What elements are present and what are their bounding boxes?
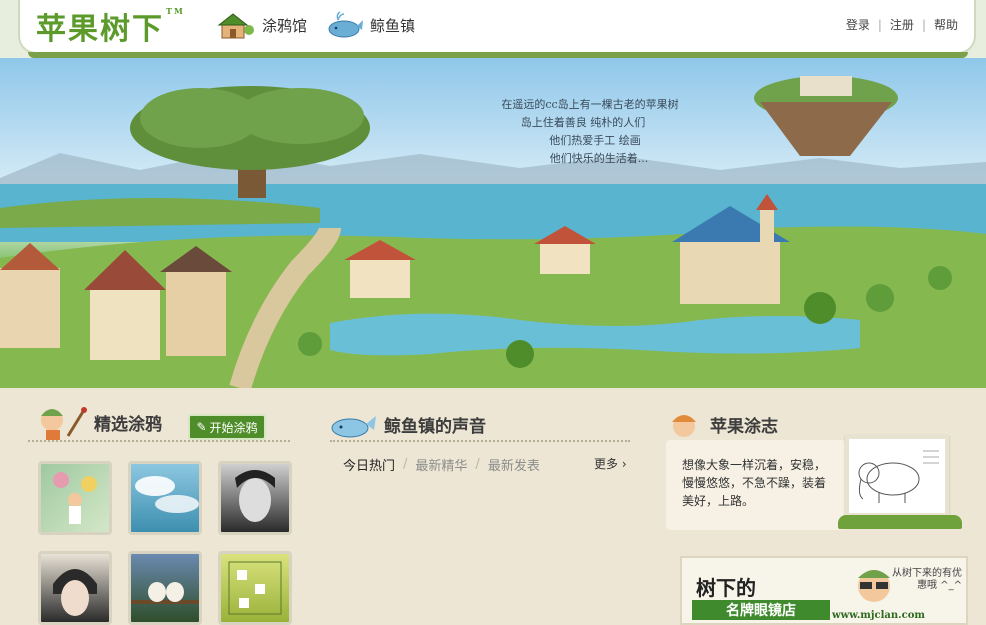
nav-label: 鲸鱼镇 — [370, 16, 416, 35]
login-link[interactable]: 登录 — [846, 16, 870, 33]
doodle-thumbnail[interactable] — [128, 461, 202, 535]
whale-town-tabs: 今日热门 / 最新精华 / 最新发表 — [343, 455, 540, 474]
chevron-right-icon: › — [621, 457, 627, 471]
divider — [330, 440, 630, 444]
tab-separator: / — [403, 457, 408, 472]
more-link[interactable]: 更多 › — [594, 455, 627, 472]
elephant-sketch-image — [858, 450, 939, 503]
story-line: 岛上住着善良 纯朴的人们 — [520, 116, 646, 129]
clouds-image — [135, 476, 199, 513]
doodle-thumbnail[interactable] — [128, 551, 202, 625]
logo-tm: TM — [166, 6, 185, 16]
portrait-woman-image — [53, 569, 97, 616]
board-game-image — [228, 561, 282, 615]
divider — [28, 440, 290, 444]
doodle-thumbnail[interactable] — [38, 551, 112, 625]
help-link[interactable]: 帮助 — [934, 16, 958, 33]
house-icon — [217, 13, 254, 39]
site-logo[interactable]: 苹果树下 TM — [36, 4, 183, 48]
register-link[interactable]: 注册 — [890, 16, 914, 33]
tab-separator: / — [475, 457, 480, 472]
ad-subtitle: 名牌眼镜店 — [692, 600, 830, 620]
kid-avatar-icon — [672, 415, 696, 437]
elephant-sketch-card[interactable] — [845, 435, 949, 517]
nav-whale-town[interactable]: 鲸鱼镇 — [324, 8, 415, 42]
whale-icon — [328, 11, 363, 38]
nav-label: 涂鸦馆 — [262, 16, 308, 35]
hero-story-text: 在遥远的cc岛上有一棵古老的苹果树 岛上住着善良 纯朴的人们 他们热爱手工 绘画… — [480, 96, 700, 168]
birds-image — [131, 582, 199, 604]
section-title: 鲸鱼镇的声音 — [384, 416, 486, 437]
journal-text: 想像大象一样沉着，安稳，慢慢悠悠，不急不躁，装着美好，上路。 — [682, 458, 827, 508]
boy-painter-icon — [41, 407, 87, 440]
auth-links: 登录 | 注册 | 帮助 — [846, 16, 958, 33]
tab-latest-posts[interactable]: 最新发表 — [488, 455, 540, 474]
whale-town-section-header: 鲸鱼镇的声音 — [326, 408, 486, 440]
tab-latest-featured[interactable]: 最新精华 — [415, 455, 467, 474]
hero-banner: 在遥远的cc岛上有一棵古老的苹果树 岛上住着善良 纯朴的人们 他们热爱手工 绘画… — [0, 58, 986, 388]
story-line: 他们快乐的生活着... — [549, 152, 649, 165]
ad-url: www.mjclan.com — [832, 610, 925, 621]
story-line: 他们热爱手工 绘画 — [549, 134, 641, 147]
header: 苹果树下 TM 涂鸦馆 鲸鱼镇 登录 | 注册 | 帮助 — [0, 0, 986, 60]
pencil-icon: ✎ — [196, 420, 207, 434]
glasses-shop-ad[interactable]: 树下的 名牌眼镜店 www.mjclan.com 从树下来的有优惠哦 ^_^ — [680, 556, 968, 625]
doodle-section-header: 精选涂鸦 — [32, 402, 162, 442]
more-label: 更多 — [594, 457, 619, 471]
section-title: 精选涂鸦 — [94, 414, 162, 435]
tab-today-hot[interactable]: 今日热门 — [343, 455, 395, 474]
separator: | — [921, 17, 926, 32]
ad-title: 树下的 — [696, 576, 756, 600]
kid-with-sunglasses-icon — [858, 570, 890, 602]
doodle-thumbnail[interactable] — [218, 461, 292, 535]
logo-text: 苹果树下 — [36, 12, 164, 47]
nav-doodle-hall[interactable]: 涂鸦馆 — [216, 8, 307, 42]
separator: | — [877, 17, 882, 32]
section-title: 苹果涂志 — [710, 416, 778, 437]
grass-decoration — [838, 515, 962, 529]
doodle-thumbnail[interactable] — [38, 461, 112, 535]
button-label: 开始涂鸦 — [209, 420, 258, 435]
girl-balloons-image — [53, 472, 97, 524]
whale-icon — [331, 416, 376, 438]
doodle-thumbnail[interactable] — [218, 551, 292, 625]
story-line: 在遥远的cc岛上有一棵古老的苹果树 — [501, 98, 679, 111]
start-doodle-button[interactable]: ✎ 开始涂鸦 — [188, 414, 266, 440]
apple-journal-section-header: 苹果涂志 — [664, 408, 778, 440]
portrait-man-image — [235, 470, 275, 522]
